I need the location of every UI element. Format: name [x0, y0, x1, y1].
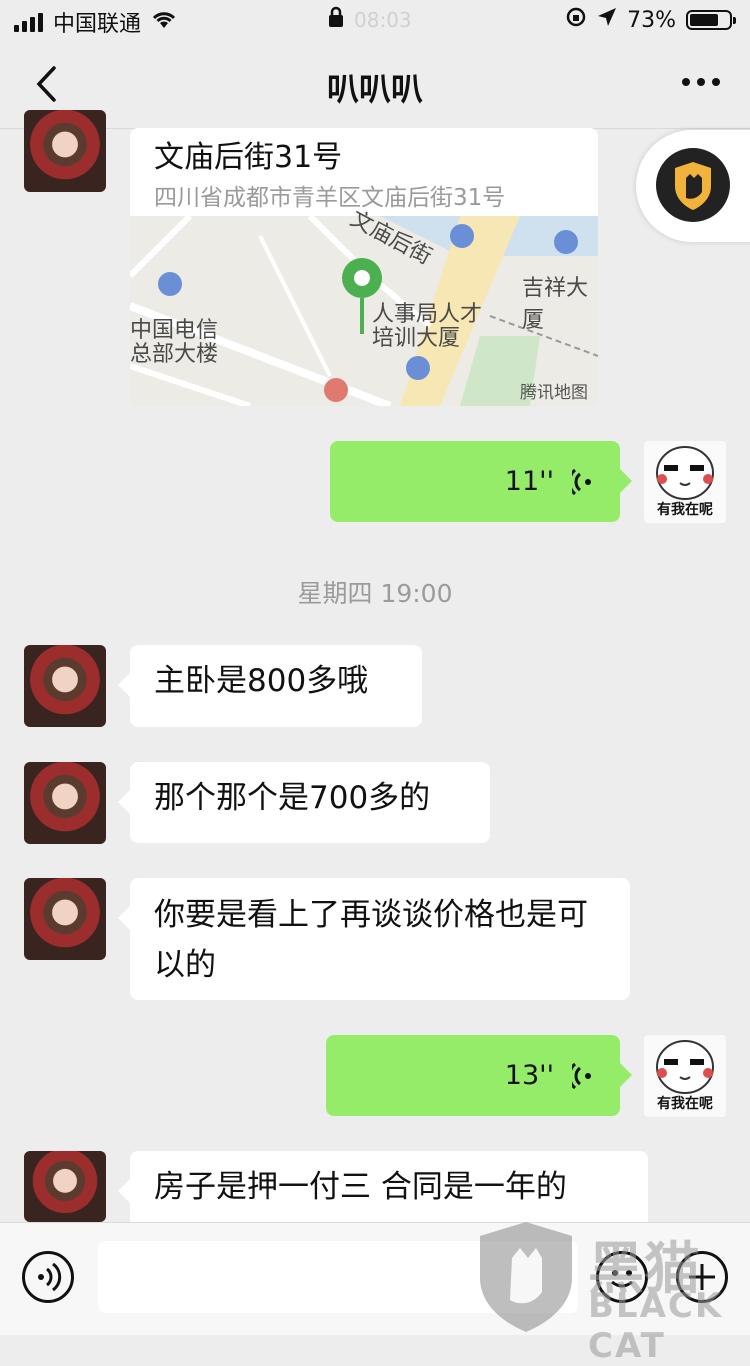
wifi-icon: [151, 10, 177, 35]
sticker-caption: 有我在呢: [657, 502, 713, 518]
avatar[interactable]: [24, 110, 106, 192]
location-address: 四川省成都市青羊区文庙后街31号: [154, 185, 506, 211]
message-text: 你要是看上了再谈谈价格也是可以的: [154, 897, 588, 983]
signal-icon: [14, 12, 43, 32]
shield-cat-icon: [656, 148, 730, 222]
voice-message[interactable]: 13'': [326, 1035, 632, 1116]
nav-bar: 叭叭叭: [0, 40, 750, 129]
message-bubble[interactable]: 那个那个是700多的: [118, 762, 490, 843]
battery-percent: 73%: [627, 7, 676, 33]
watermark-english: BLACK CAT: [588, 1286, 724, 1366]
map-label: 吉祥大厦: [522, 276, 589, 333]
more-button[interactable]: [682, 78, 720, 86]
avatar[interactable]: [24, 1151, 106, 1222]
avatar[interactable]: 有我在呢: [644, 441, 726, 523]
clock: 08:03: [354, 7, 412, 32]
map-label: 总部大楼: [130, 342, 219, 367]
status-bar: 中国联通 08:03 73%: [0, 0, 750, 40]
voice-duration: 13'': [504, 1059, 554, 1091]
chat-title: 叭叭叭: [326, 70, 423, 108]
location-card[interactable]: 文庙后街31号 四川省成都市青羊区文庙后街31号 文庙后街 人事局人才 培训大厦…: [130, 128, 598, 406]
message-text: 主卧是800多哦: [154, 663, 369, 699]
carrier-label: 中国联通: [53, 12, 142, 37]
location-arrow-icon: [597, 7, 617, 33]
map-label: 培训大厦: [372, 326, 461, 351]
battery-icon: [686, 10, 736, 30]
voice-wave-icon: [572, 1062, 591, 1089]
voice-input-button[interactable]: [22, 1251, 74, 1303]
watermark-logo: 黑猫 BLACK CAT: [476, 1218, 746, 1366]
floating-shield-button[interactable]: [636, 130, 750, 242]
avatar[interactable]: 有我在呢: [644, 1035, 726, 1117]
location-title: 文庙后街31号: [154, 140, 343, 175]
voice-message[interactable]: 11'': [330, 441, 632, 522]
voice-wave-icon: [38, 1262, 62, 1292]
lock-icon: [328, 6, 344, 33]
voice-wave-icon: [572, 468, 591, 495]
timestamp: 星期四 19:00: [297, 579, 453, 608]
message-bubble[interactable]: 主卧是800多哦: [118, 645, 422, 727]
message-text: 那个那个是700多的: [154, 780, 431, 816]
map-preview: 文庙后街 人事局人才 培训大厦 吉祥大厦 中国电信 总部大楼 腾讯地图: [130, 207, 598, 406]
message-bubble[interactable]: 房子是押一付三 合同是一年的: [118, 1151, 648, 1222]
avatar[interactable]: [24, 878, 106, 960]
map-provider-label: 腾讯地图: [520, 383, 588, 403]
avatar[interactable]: [24, 762, 106, 844]
rotation-lock-icon: [565, 6, 587, 34]
message-bubble[interactable]: 你要是看上了再谈谈价格也是可以的: [118, 878, 630, 1000]
message-text: 房子是押一付三 合同是一年的: [154, 1169, 567, 1205]
avatar[interactable]: [24, 645, 106, 727]
sticker-face-icon: [656, 446, 714, 500]
voice-duration: 11'': [504, 465, 554, 497]
sticker-face-icon: [656, 1040, 714, 1094]
cat-shield-icon: [480, 1222, 572, 1332]
sticker-caption: 有我在呢: [657, 1096, 713, 1112]
